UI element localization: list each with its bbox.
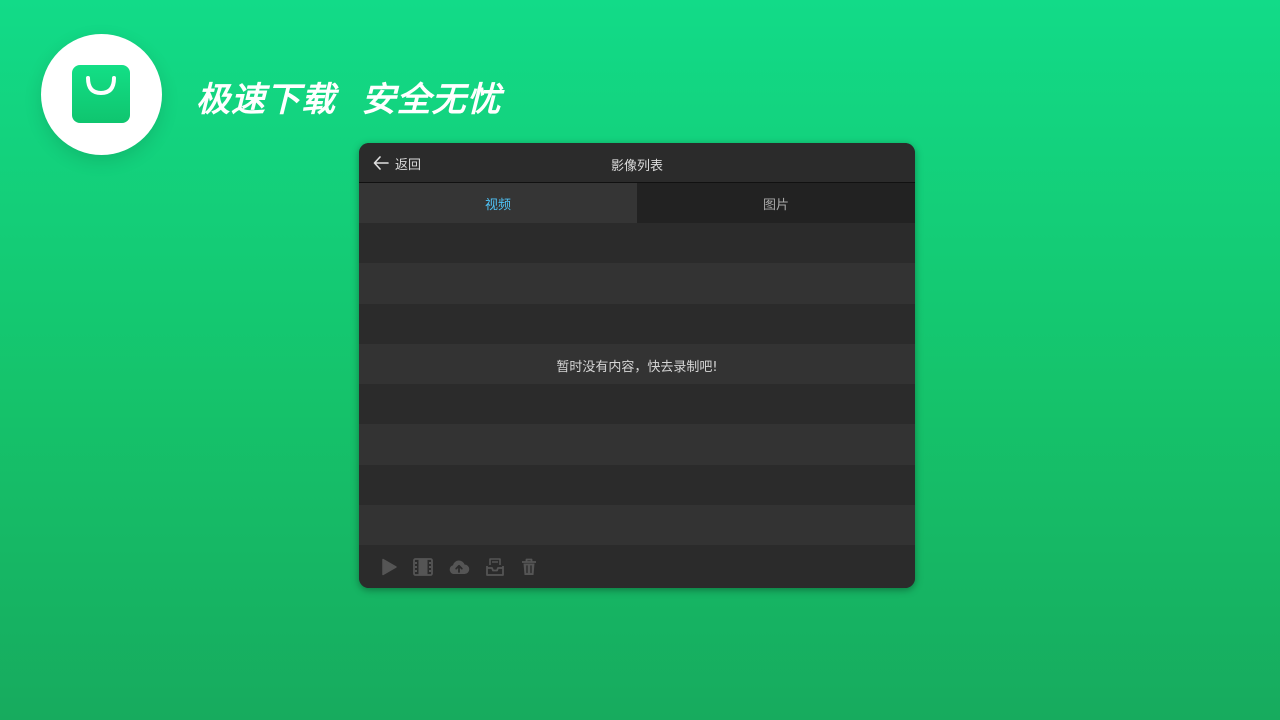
inbox-save-icon[interactable] <box>484 556 506 578</box>
shopping-bag-icon <box>72 65 130 123</box>
list-row <box>359 424 915 465</box>
tab-video[interactable]: 视频 <box>359 183 637 223</box>
panel-titlebar: 返回 影像列表 <box>359 143 915 183</box>
media-list <box>359 223 915 545</box>
app-logo <box>41 34 162 155</box>
video-list-panel: 返回 影像列表 视频 图片 暂时没有内容，快去录制吧! <box>359 143 915 588</box>
list-row <box>359 384 915 425</box>
cloud-upload-icon[interactable] <box>448 556 470 578</box>
list-row <box>359 464 915 505</box>
bottom-toolbar <box>359 545 915 588</box>
list-row <box>359 504 915 545</box>
panel-title: 影像列表 <box>610 159 663 174</box>
slogan: 极速下载 安全无忧 <box>196 80 502 120</box>
list-row <box>359 303 915 344</box>
tab-pictures[interactable]: 图片 <box>637 183 915 223</box>
tab-bar: 视频 图片 <box>359 183 915 223</box>
trash-icon[interactable] <box>518 556 540 578</box>
empty-message: 暂时没有内容，快去录制吧! <box>556 360 718 375</box>
film-strip-icon[interactable] <box>412 556 434 578</box>
list-row <box>359 263 915 304</box>
list-row <box>359 223 915 264</box>
play-icon[interactable] <box>378 556 400 578</box>
